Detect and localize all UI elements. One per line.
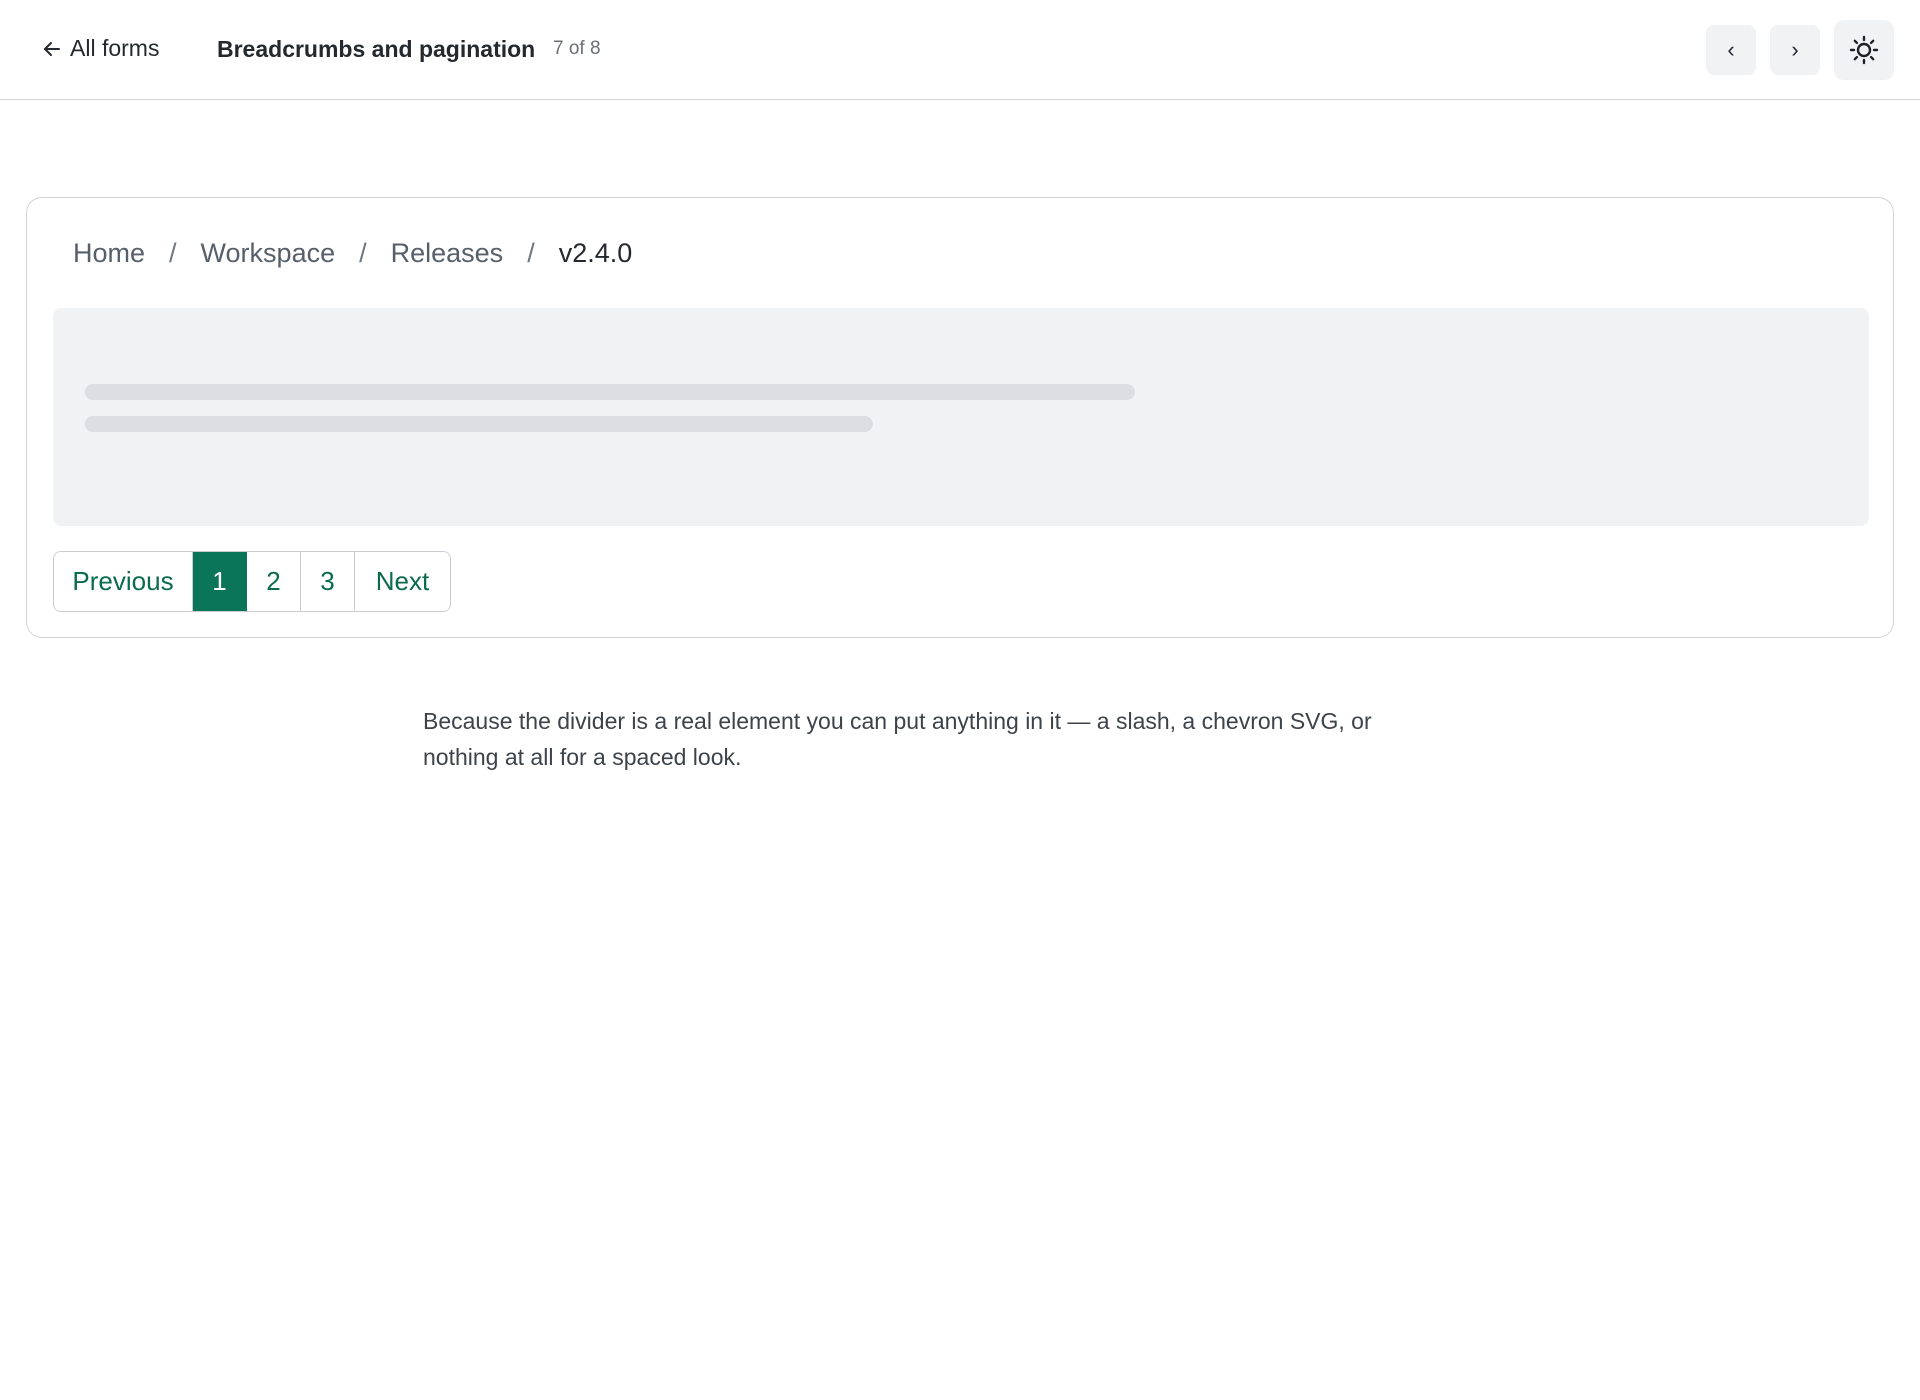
- theme-toggle-button[interactable]: [1834, 20, 1894, 80]
- breadcrumb-item-home[interactable]: Home: [73, 238, 145, 269]
- all-forms-link[interactable]: All forms: [42, 35, 159, 62]
- pagination-next-button[interactable]: Next: [355, 552, 450, 611]
- pagination-page-2[interactable]: 2: [247, 552, 301, 611]
- description-text: Because the divider is a real element yo…: [423, 708, 1372, 770]
- breadcrumb-divider: /: [359, 238, 367, 268]
- pagination-page-3[interactable]: 3: [301, 552, 355, 611]
- breadcrumb-item-releases[interactable]: Releases: [391, 238, 504, 269]
- top-bar: All forms Breadcrumbs and pagination 7 o…: [0, 0, 1920, 100]
- breadcrumb-divider: /: [527, 238, 535, 268]
- content-skeleton: [53, 308, 1869, 526]
- page-counter: 7 of 8: [553, 38, 601, 59]
- pagination-page-1[interactable]: 1: [193, 552, 247, 611]
- pagination: Previous 1 2 3 Next: [53, 551, 451, 612]
- previous-form-button[interactable]: ‹: [1706, 25, 1756, 75]
- demo-card: Home / Workspace / Releases / v2.4.0 Pre…: [26, 197, 1894, 638]
- breadcrumb-item-workspace[interactable]: Workspace: [201, 238, 336, 269]
- chevron-left-icon: ‹: [1727, 37, 1735, 62]
- skeleton-line: [85, 416, 873, 432]
- breadcrumb-item-current: v2.4.0: [558, 238, 633, 268]
- page-title: Breadcrumbs and pagination: [217, 36, 536, 62]
- next-form-button[interactable]: ›: [1770, 25, 1820, 75]
- chevron-right-icon: ›: [1791, 37, 1799, 62]
- sun-icon: [1849, 35, 1879, 65]
- breadcrumb: Home / Workspace / Releases / v2.4.0: [73, 238, 632, 269]
- breadcrumb-divider: /: [169, 238, 177, 268]
- skeleton-line: [85, 384, 1135, 400]
- arrow-left-icon: [44, 41, 60, 56]
- all-forms-label: All forms: [70, 35, 160, 61]
- pagination-previous-button[interactable]: Previous: [54, 552, 193, 611]
